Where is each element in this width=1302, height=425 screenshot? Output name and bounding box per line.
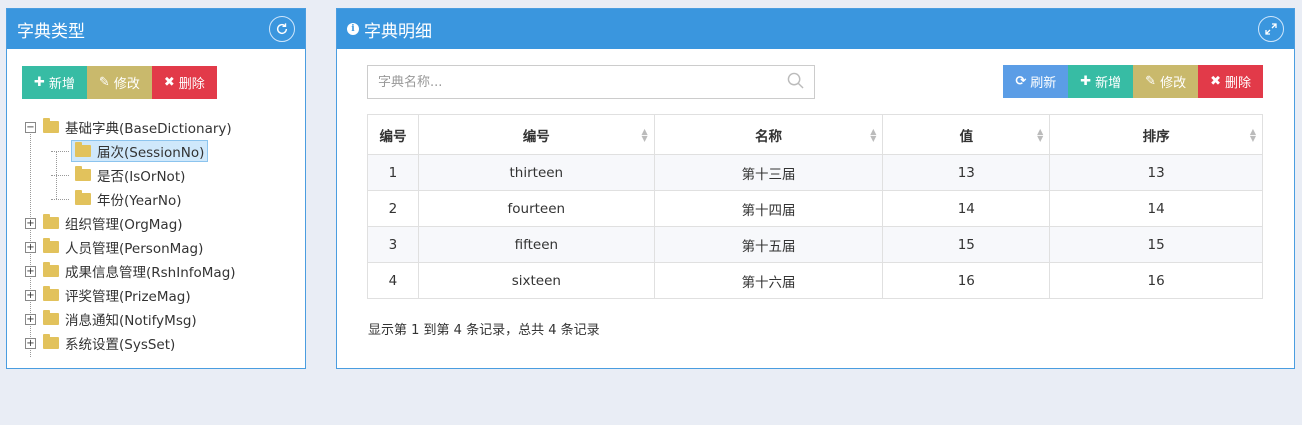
dictionary-detail-panel-header: i 字典明细 xyxy=(337,9,1294,49)
folder-icon xyxy=(43,310,59,325)
column-header-code[interactable]: 编号 ▲ ▼ xyxy=(417,114,655,155)
expand-icon[interactable]: + xyxy=(25,241,36,253)
folder-icon xyxy=(43,334,59,349)
panel-title: 字典明细 xyxy=(364,21,432,42)
folder-icon xyxy=(75,142,91,157)
search-icon[interactable] xyxy=(787,72,804,93)
expand-icon[interactable]: + xyxy=(25,337,36,349)
refresh-button[interactable]: ⟳ 刷新 xyxy=(1003,65,1069,98)
expand-icon[interactable]: + xyxy=(25,289,36,301)
tree-node-person-mag[interactable]: + 人员管理(PersonMag) xyxy=(25,235,295,259)
close-icon: ✖ xyxy=(163,75,175,90)
edit-icon: ✎ xyxy=(98,75,110,90)
expand-icon[interactable]: + xyxy=(25,313,36,325)
table-header-row: 编号 编号 ▲ ▼ 名称 ▲ ▼ 值 ▲ ▼ 排序 ▲ ▼ xyxy=(367,114,1263,155)
sort-icon: ▲ ▼ xyxy=(870,127,877,143)
folder-icon xyxy=(75,166,91,181)
detail-toolbar: ⟳ 刷新 ✚ 新增 ✎ 修改 ✖ 删除 xyxy=(1003,65,1263,98)
table-row[interactable]: 2 fourteen 第十四届 14 14 xyxy=(367,190,1263,227)
expand-icon[interactable] xyxy=(1258,16,1284,42)
edit-type-button[interactable]: ✎ 修改 xyxy=(86,66,152,99)
tree-node-year-no[interactable]: 年份(YearNo) xyxy=(25,187,295,211)
delete-detail-button[interactable]: ✖ 删除 xyxy=(1198,65,1263,98)
tree-node-is-or-not[interactable]: 是否(IsOrNot) xyxy=(25,163,295,187)
panel-title: 字典类型 xyxy=(17,21,85,42)
edit-icon: ✎ xyxy=(1145,74,1157,89)
folder-icon xyxy=(43,238,59,253)
info-icon: i xyxy=(347,23,359,35)
table-row[interactable]: 1 thirteen 第十三届 13 13 xyxy=(367,154,1263,191)
plus-icon: ✚ xyxy=(34,75,45,90)
refresh-icon[interactable] xyxy=(269,16,295,42)
sort-icon: ▲ ▼ xyxy=(1037,127,1044,143)
tree-node-base-dictionary[interactable]: − 基础字典(BaseDictionary) xyxy=(25,115,295,139)
folder-icon xyxy=(43,214,59,229)
column-header-value[interactable]: 值 ▲ ▼ xyxy=(882,114,1051,155)
search-input[interactable] xyxy=(378,74,787,90)
expand-icon[interactable]: + xyxy=(25,217,36,229)
plus-icon: ✚ xyxy=(1080,74,1092,89)
sort-icon: ▲ ▼ xyxy=(1249,127,1256,143)
column-header-index[interactable]: 编号 xyxy=(367,114,419,155)
type-toolbar: ✚ 新增 ✎ 修改 ✖ 删除 xyxy=(22,66,217,99)
column-header-sort[interactable]: 排序 ▲ ▼ xyxy=(1049,114,1263,155)
dictionary-detail-panel: i 字典明细 ⟳刷新 ✚新增 ✎修改 ✖删除 编号 编号▲▼ 名称▲▼ 值▲▼ … xyxy=(336,8,1295,369)
refresh-icon: ⟳ xyxy=(1015,74,1027,89)
add-type-button[interactable]: ✚ 新增 xyxy=(22,66,87,99)
collapse-icon[interactable]: − xyxy=(25,121,36,133)
delete-type-button[interactable]: ✖ 删除 xyxy=(151,66,217,99)
expand-icon[interactable]: + xyxy=(25,265,36,277)
tree-node-org-mag[interactable]: + 组织管理(OrgMag) xyxy=(25,211,295,235)
folder-icon xyxy=(43,118,59,133)
close-icon: ✖ xyxy=(1210,74,1221,89)
pagination-info: 显示第 1 到第 4 条记录，总共 4 条记录 xyxy=(368,323,600,338)
dictionary-tree: − 基础字典(BaseDictionary) 届次(SessionNo) 是否(… xyxy=(25,115,295,357)
tree-node-notify-msg[interactable]: + 消息通知(NotifyMsg) xyxy=(25,307,295,331)
tree-node-rsh-info-mag[interactable]: + 成果信息管理(RshInfoMag) xyxy=(25,259,295,283)
tree-node-session-no[interactable]: 届次(SessionNo) xyxy=(25,139,295,163)
tree-node-prize-mag[interactable]: + 评奖管理(PrizeMag) xyxy=(25,283,295,307)
dictionary-detail-table: 编号 编号 ▲ ▼ 名称 ▲ ▼ 值 ▲ ▼ 排序 ▲ ▼ 1 thirteen 第十三届 13… xyxy=(367,114,1263,299)
folder-icon xyxy=(43,286,59,301)
tree-node-sys-set[interactable]: + 系统设置(SysSet) xyxy=(25,331,295,355)
folder-icon xyxy=(75,190,91,205)
sort-icon: ▲ ▼ xyxy=(641,127,648,143)
edit-detail-button[interactable]: ✎ 修改 xyxy=(1133,65,1199,98)
selected-node[interactable]: 届次(SessionNo) xyxy=(71,140,209,162)
table-row[interactable]: 4 sixteen 第十六届 16 16 xyxy=(367,262,1263,299)
column-header-name[interactable]: 名称 ▲ ▼ xyxy=(653,114,884,155)
table-row[interactable]: 3 fifteen 第十五届 15 15 xyxy=(367,226,1263,263)
search-box xyxy=(367,65,815,99)
dictionary-type-panel-header: 字典类型 xyxy=(7,9,305,49)
dictionary-type-panel: 字典类型 ✚ 新增 ✎ 修改 ✖ 删除 − 基础字典(BaseDictionary) … xyxy=(6,8,306,369)
add-detail-button[interactable]: ✚ 新增 xyxy=(1068,65,1134,98)
folder-icon xyxy=(43,262,59,277)
